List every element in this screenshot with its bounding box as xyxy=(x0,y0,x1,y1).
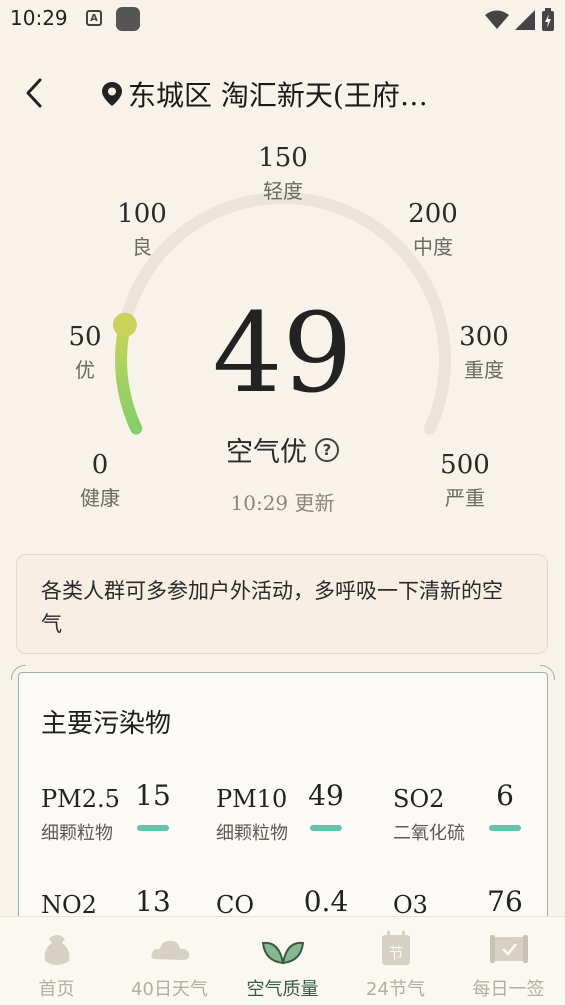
pollutant-value: 76 xyxy=(487,885,523,918)
card-corner-ornament xyxy=(540,665,555,680)
health-advice-text: 各类人群可多参加户外活动，多呼吸一下清新的空气 xyxy=(41,579,503,636)
leaf-icon xyxy=(261,941,304,965)
nav-item-40day[interactable]: 40日天气 xyxy=(113,917,226,1005)
scroll-icon xyxy=(489,935,528,963)
card-corner-ornament xyxy=(11,665,26,680)
status-time: 10:29 xyxy=(10,6,68,30)
gauge-tick-200: 200 中度 xyxy=(388,199,478,260)
nav-label: 24节气 xyxy=(366,979,425,1000)
battery-icon xyxy=(542,8,554,31)
pollutant-desc: 细颗粒物 xyxy=(216,823,288,844)
nav-label: 40日天气 xyxy=(131,979,208,1000)
pollutant-level-bar xyxy=(137,825,169,831)
tick-label: 轻度 xyxy=(263,179,303,203)
nav-item-air-quality[interactable]: 空气质量 xyxy=(226,917,339,1005)
chevron-left-icon xyxy=(26,78,42,108)
pollutant-name: PM10 xyxy=(216,785,288,813)
pollutant-desc: 二氧化硫 xyxy=(393,823,465,844)
help-icon[interactable]: ? xyxy=(315,437,339,462)
pollutant-name: SO2 xyxy=(393,785,445,813)
tick-label: 良 xyxy=(132,235,152,259)
back-button[interactable] xyxy=(20,76,52,110)
tick-value: 150 xyxy=(258,143,308,173)
tick-value: 100 xyxy=(117,199,167,229)
pollutant-name: NO2 xyxy=(41,891,97,919)
pollutant-name: CO xyxy=(216,891,255,919)
notification-a-icon: A xyxy=(86,10,102,26)
calendar-icon: 节 xyxy=(381,931,410,965)
pollutant-pm10[interactable]: PM10 细颗粒物 49 xyxy=(216,779,376,855)
signal-icon xyxy=(515,10,535,30)
nav-label: 每日一签 xyxy=(472,979,545,1000)
nav-label: 首页 xyxy=(38,979,75,1000)
update-time: 10:29 更新 xyxy=(230,491,335,515)
aqi-gauge: 0 健康 50 优 100 良 150 轻度 200 中度 300 重度 500… xyxy=(0,130,565,540)
pollutant-pm25[interactable]: PM2.5 细颗粒物 15 xyxy=(41,779,201,855)
pollutant-value: 0.4 xyxy=(303,885,349,918)
location-selector[interactable]: 东城区 淘汇新天(王府… xyxy=(100,74,428,114)
calendar-icon-text: 节 xyxy=(388,944,403,962)
pollutant-level-bar xyxy=(489,825,521,831)
home-bag-icon xyxy=(44,935,69,965)
aqi-value: 49 xyxy=(212,289,353,417)
pollutant-name: PM2.5 xyxy=(41,785,120,813)
bottom-nav: 首页 40日天气 空气质量 节 24节气 每日一签 xyxy=(0,916,565,1005)
notification-app-icon xyxy=(116,7,140,31)
nav-item-solar-terms[interactable]: 节 24节气 xyxy=(339,917,452,1005)
nav-label: 空气质量 xyxy=(246,979,319,1000)
pollutant-level-bar xyxy=(310,825,342,831)
nav-item-home[interactable]: 首页 xyxy=(0,917,113,1005)
health-advice-card: 各类人群可多参加户外活动，多呼吸一下清新的空气 xyxy=(16,554,548,654)
nav-item-daily-sign[interactable]: 每日一签 xyxy=(452,917,565,1005)
pollutant-so2[interactable]: SO2 二氧化硫 6 xyxy=(393,779,553,855)
gauge-tick-150: 150 轻度 xyxy=(238,143,328,204)
header: 东城区 淘汇新天(王府… xyxy=(0,64,565,124)
pollutant-value: 49 xyxy=(308,779,344,812)
status-bar: 10:29 A xyxy=(0,0,565,40)
cloud-icon xyxy=(151,940,189,960)
tick-label: 中度 xyxy=(413,235,453,259)
pollutant-name: O3 xyxy=(393,891,428,919)
tick-value: 200 xyxy=(408,199,458,229)
pollutant-value: 13 xyxy=(135,885,171,918)
pollutant-value: 6 xyxy=(496,779,514,812)
location-name: 东城区 淘汇新天(王府… xyxy=(128,79,428,112)
aqi-level[interactable]: 空气优 ? xyxy=(0,430,565,469)
wifi-icon xyxy=(485,10,509,29)
location-pin-icon xyxy=(102,82,122,106)
pollutant-desc: 细颗粒物 xyxy=(41,823,113,844)
aqi-level-text: 空气优 xyxy=(226,437,307,468)
status-indicators xyxy=(485,8,555,32)
pollutant-title: 主要污染物 xyxy=(41,709,172,739)
pollutant-value: 15 xyxy=(135,779,171,812)
gauge-tick-100: 100 良 xyxy=(97,199,187,260)
